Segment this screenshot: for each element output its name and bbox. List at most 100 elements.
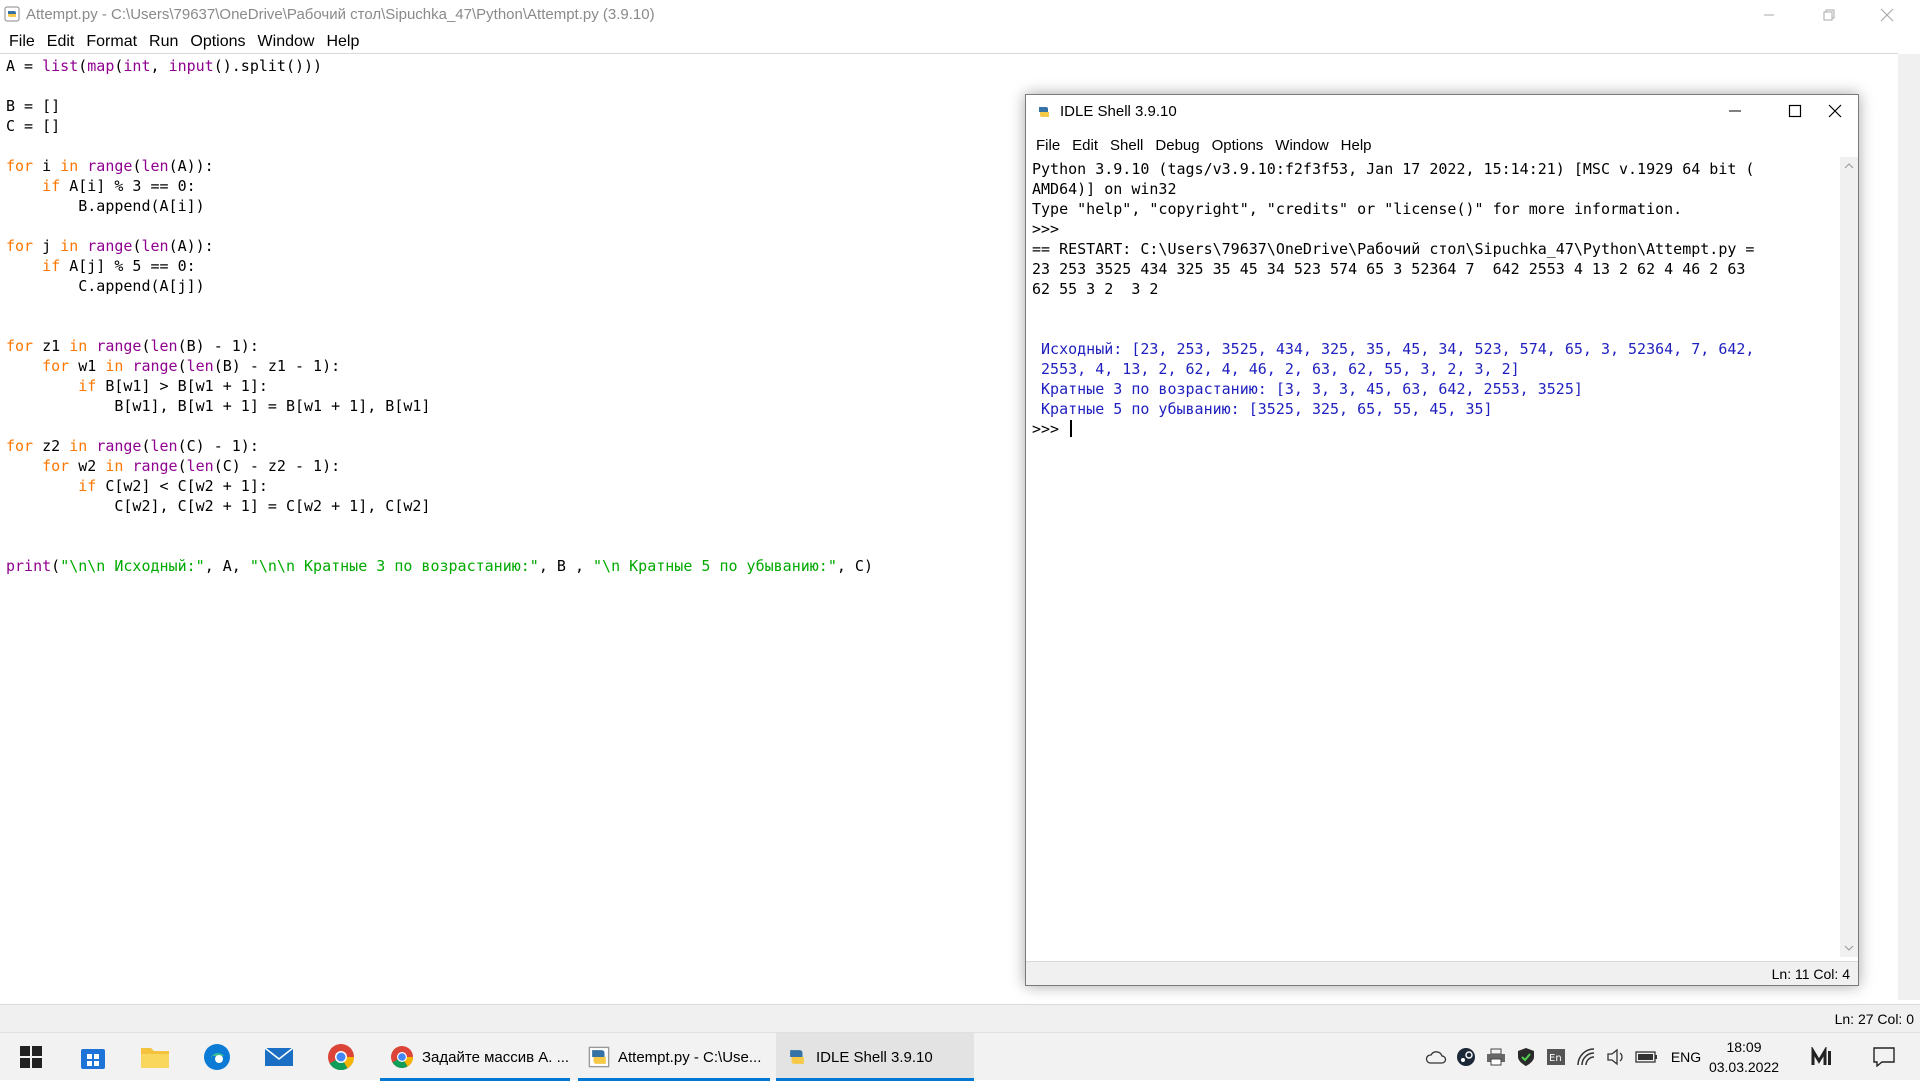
- steam-icon: [1457, 1048, 1475, 1066]
- tray-network[interactable]: [1574, 1033, 1598, 1081]
- start-button[interactable]: [6, 1033, 56, 1081]
- editor-menu-edit[interactable]: Edit: [41, 33, 81, 51]
- edge-browser-button[interactable]: [192, 1033, 242, 1081]
- edge-icon: [204, 1044, 230, 1070]
- code-token: input: [168, 57, 214, 75]
- shell-menu-window[interactable]: Window: [1269, 137, 1334, 154]
- code-token: "\n\n Кратные 3 по возрастанию:": [249, 557, 539, 575]
- tray-volume[interactable]: [1604, 1033, 1628, 1081]
- editor-menu-format[interactable]: Format: [80, 33, 143, 51]
- shell-line: AMD64)] on win32: [1032, 180, 1177, 198]
- tray-input-method[interactable]: En: [1544, 1033, 1568, 1081]
- code-token: int: [123, 57, 151, 75]
- code-token: (C) - 1):: [177, 437, 259, 455]
- editor-statusbar: Ln: 27 Col: 0: [0, 1004, 1920, 1032]
- language-indicator: ENG: [1670, 1049, 1702, 1065]
- shell-prompt-line[interactable]: >>>: [1032, 419, 1842, 439]
- editor-window-title: Attempt.py - C:\Users\79637\OneDrive\Раб…: [26, 6, 655, 23]
- minimize-icon: [1729, 110, 1741, 112]
- code-token: in: [60, 237, 79, 255]
- code-token: A[j] % 5 == 0:: [60, 257, 196, 275]
- code-line: B.append(A[i]): [6, 196, 1016, 216]
- file-explorer-button[interactable]: [130, 1033, 180, 1081]
- shell-output-area[interactable]: Python 3.9.10 (tags/v3.9.10:f2f3f53, Jan…: [1032, 159, 1842, 949]
- taskbar-app-shell[interactable]: IDLE Shell 3.9.10: [776, 1033, 974, 1081]
- editor-menu-help[interactable]: Help: [320, 33, 365, 51]
- shell-line: 23 253 3525 434 325 35 45 34 523 574 65 …: [1032, 260, 1746, 278]
- taskbar: Задайте массив А. ... Attempt.py - C:\Us…: [0, 1032, 1920, 1081]
- code-token: len: [141, 157, 169, 175]
- tray-printer[interactable]: [1484, 1033, 1508, 1081]
- mail-app-button[interactable]: [254, 1033, 304, 1081]
- restore-icon: [1823, 9, 1835, 21]
- taskbar-clock[interactable]: 18:09 03.03.2022: [1706, 1037, 1782, 1077]
- code-token: w2: [69, 457, 106, 475]
- code-token: B = []: [6, 97, 61, 115]
- editor-close-button[interactable]: [1864, 0, 1910, 30]
- code-token: , A,: [204, 557, 250, 575]
- editor-minimize-button[interactable]: [1746, 0, 1792, 30]
- shell-line: 2553, 4, 13, 2, 62, 4, 46, 2, 63, 62, 55…: [1032, 360, 1520, 378]
- keyboard-icon: En: [1547, 1049, 1565, 1065]
- code-token: (: [141, 437, 151, 455]
- store-app-button[interactable]: [68, 1033, 118, 1081]
- tray-battery[interactable]: [1634, 1033, 1660, 1081]
- code-token: w1: [69, 357, 106, 375]
- editor-menubar: File Edit Format Run Options Window Help: [0, 30, 1898, 54]
- app-tray-icon: [1811, 1047, 1831, 1065]
- shell-line: Type "help", "copyright", "credits" or "…: [1032, 200, 1683, 218]
- code-line: for w2 in range(len(C) - z2 - 1):: [6, 456, 1016, 476]
- code-token: range: [87, 157, 133, 175]
- tray-onedrive[interactable]: [1424, 1033, 1448, 1081]
- shell-line: >>>: [1032, 220, 1069, 238]
- shell-menu-shell[interactable]: Shell: [1104, 137, 1149, 154]
- code-token: for: [42, 357, 70, 375]
- taskbar-app-editor[interactable]: Attempt.py - C:\Use...: [578, 1033, 770, 1081]
- editor-menu-options[interactable]: Options: [184, 33, 251, 51]
- shell-menu-options[interactable]: Options: [1206, 137, 1270, 154]
- editor-restore-button[interactable]: [1806, 0, 1852, 30]
- shield-icon: [1518, 1048, 1534, 1066]
- code-token: range: [132, 457, 178, 475]
- code-line: B = []: [6, 96, 1016, 116]
- shell-menu-debug[interactable]: Debug: [1149, 137, 1205, 154]
- scroll-down-icon[interactable]: [1840, 941, 1858, 955]
- editor-menu-file[interactable]: File: [3, 33, 41, 51]
- shell-line: Кратные 3 по возрастанию: [3, 3, 3, 45, …: [1032, 380, 1583, 398]
- shell-titlebar[interactable]: IDLE Shell 3.9.10: [1026, 95, 1858, 127]
- tray-security[interactable]: [1514, 1033, 1538, 1081]
- code-token: ().split())): [213, 57, 323, 75]
- tray-steam[interactable]: [1454, 1033, 1478, 1081]
- editor-scrollbar[interactable]: [1898, 54, 1920, 1000]
- taskbar-app-label: Attempt.py - C:\Use...: [618, 1048, 762, 1066]
- shell-minimize-button[interactable]: [1712, 95, 1758, 127]
- chrome-pinned-button[interactable]: [316, 1033, 366, 1081]
- shell-close-button[interactable]: [1812, 95, 1858, 127]
- shell-scrollbar[interactable]: [1840, 157, 1858, 957]
- editor-menu-window[interactable]: Window: [252, 33, 321, 51]
- tray-language[interactable]: ENG: [1666, 1033, 1706, 1081]
- shell-menu-edit[interactable]: Edit: [1066, 137, 1104, 154]
- taskbar-app-chrome[interactable]: Задайте массив А. ...: [380, 1033, 570, 1081]
- shell-menu-help[interactable]: Help: [1335, 137, 1378, 154]
- scroll-up-icon[interactable]: [1840, 159, 1858, 173]
- editor-titlebar[interactable]: Attempt.py - C:\Users\79637\OneDrive\Раб…: [0, 0, 1920, 30]
- shell-window-title: IDLE Shell 3.9.10: [1060, 103, 1177, 120]
- minimize-icon: [1764, 14, 1774, 16]
- printer-icon: [1487, 1048, 1505, 1066]
- code-token: (A)):: [168, 157, 214, 175]
- editor-code-area[interactable]: A = list(map(int, input().split())) B = […: [6, 56, 1016, 996]
- tray-app[interactable]: [1808, 1033, 1836, 1081]
- speaker-icon: [1607, 1048, 1623, 1066]
- editor-menu-run[interactable]: Run: [143, 33, 184, 51]
- shell-menu-file[interactable]: File: [1030, 137, 1066, 154]
- notification-center-button[interactable]: [1866, 1033, 1902, 1081]
- code-token: (: [177, 357, 187, 375]
